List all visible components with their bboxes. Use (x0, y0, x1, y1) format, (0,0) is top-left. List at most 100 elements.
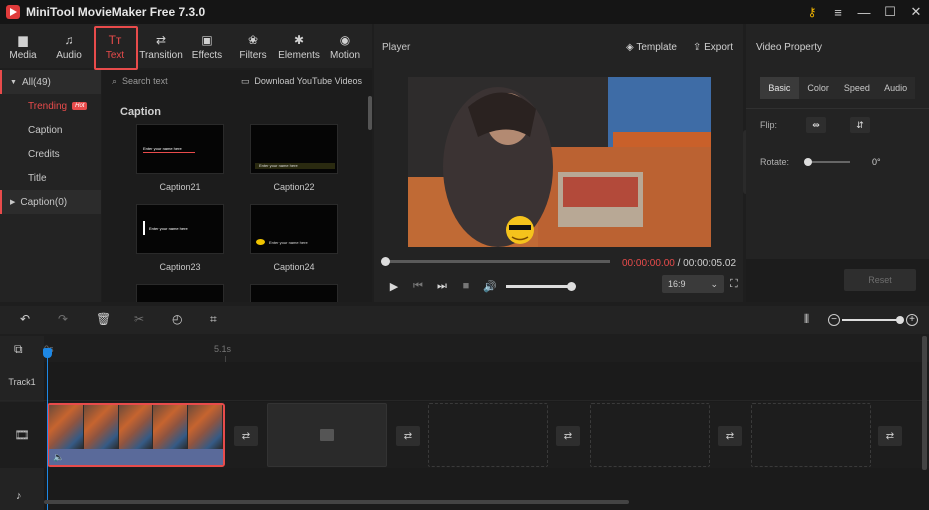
caption-card[interactable] (250, 284, 338, 302)
timeline-horizontal-scrollbar[interactable] (44, 500, 629, 504)
tool-motion[interactable]: ◉ Motion (322, 24, 368, 68)
rotate-slider[interactable] (804, 158, 850, 166)
tool-label: Media (9, 49, 37, 61)
empty-slot[interactable] (751, 403, 871, 467)
content-scrollbar[interactable] (368, 96, 372, 130)
volume-slider[interactable] (506, 281, 576, 291)
export-button[interactable]: ⇪ Export (693, 42, 733, 53)
category-trending[interactable]: Trending Hot (0, 94, 101, 118)
transition-slot-button[interactable]: ⇄ (718, 426, 742, 446)
search-input[interactable]: ⌕ Search text (112, 76, 168, 87)
redo-icon[interactable]: ↷ (58, 312, 68, 326)
zoom-in-icon[interactable]: + (906, 314, 918, 326)
transition-slot-button[interactable]: ⇄ (234, 426, 258, 446)
caption-thumbnail: Enter your name here (250, 124, 338, 174)
fit-timeline-icon[interactable]: ⫴ (804, 312, 809, 327)
tool-text[interactable]: Tт Text (92, 24, 138, 70)
category-label: All(49) (21, 76, 51, 88)
search-placeholder: Search text (122, 76, 168, 86)
delete-icon[interactable]: 🗑 (96, 312, 111, 326)
app-title: MiniTool MovieMaker Free 7.3.0 (26, 5, 206, 19)
thumb-text: Enter your name here (269, 240, 308, 245)
tool-transition[interactable]: ⇄ Transition (138, 24, 184, 68)
menu-icon[interactable]: ≡ (825, 0, 851, 24)
tab-color[interactable]: Color (799, 77, 838, 99)
flip-vertical-icon[interactable]: ⇵ (850, 117, 870, 133)
rotate-value: 0° (872, 157, 881, 167)
total-time: 00:00:05.02 (683, 258, 736, 269)
empty-slot[interactable] (590, 403, 710, 467)
tab-audio[interactable]: Audio (876, 77, 915, 99)
tool-audio[interactable]: ♫ Audio (46, 24, 92, 68)
caption-card[interactable] (136, 284, 224, 302)
property-tabs: Basic Color Speed Audio (760, 77, 915, 99)
download-youtube-link[interactable]: ▭ Download YouTube Videos (241, 76, 362, 87)
volume-knob[interactable] (567, 281, 576, 291)
tool-label: Transition (139, 49, 183, 61)
play-icon[interactable]: ▶ (382, 280, 406, 293)
template-button[interactable]: ◈ Template (626, 42, 677, 53)
category-caption-group[interactable]: ▶ Caption(0) (0, 190, 101, 214)
thumb-emoji (256, 239, 265, 245)
category-credits[interactable]: Credits (0, 142, 101, 166)
timecode: 00:00:00.00 / 00:00:05.02 (622, 258, 736, 269)
undo-icon[interactable]: ↶ (20, 312, 30, 326)
empty-slot[interactable] (428, 403, 548, 467)
category-all[interactable]: ▼ All(49) (0, 70, 101, 94)
caption-card-label: Caption21 (159, 182, 201, 192)
zoom-slider[interactable] (842, 316, 904, 324)
flip-horizontal-icon[interactable]: ⇹ (806, 117, 826, 133)
transition-slot-button[interactable]: ⇄ (396, 426, 420, 446)
reset-button[interactable]: Reset (844, 269, 916, 291)
key-icon[interactable]: ⚷ (799, 0, 825, 24)
volume-icon[interactable]: 🔊 (478, 280, 502, 293)
close-icon[interactable]: ✕ (903, 0, 929, 24)
speed-gauge-icon[interactable]: ◴ (172, 312, 182, 326)
progress-knob[interactable] (381, 257, 390, 266)
next-frame-icon[interactable]: ⏭ (430, 280, 454, 293)
flip-label: Flip: (760, 120, 778, 130)
drop-slot[interactable] (267, 403, 387, 467)
title-bar: MiniTool MovieMaker Free 7.3.0 ⚷ ≡ — ☐ ✕ (0, 0, 929, 24)
add-track-icon[interactable]: ⧉ (14, 342, 23, 357)
transition-slot-button[interactable]: ⇄ (556, 426, 580, 446)
tool-media[interactable]: ▆ Media (0, 24, 46, 68)
thumb-text: Enter your name here (143, 146, 182, 151)
tool-effects[interactable]: ▣ Effects (184, 24, 230, 68)
video-preview[interactable] (408, 77, 711, 247)
split-scissors-icon[interactable]: ✂ (134, 312, 144, 326)
caption-card[interactable]: Enter your name here Caption24 (250, 204, 338, 272)
aspect-ratio-select[interactable]: 16:9 ⌄ (662, 275, 724, 293)
tab-speed[interactable]: Speed (838, 77, 877, 99)
category-title[interactable]: Title (0, 166, 101, 190)
video-property-panel: Video Property Basic Color Speed Audio F… (746, 24, 929, 302)
minimize-icon[interactable]: — (851, 0, 877, 24)
video-clip[interactable]: 🔈 (47, 403, 225, 467)
youtube-label: Download YouTube Videos (254, 76, 362, 86)
tool-elements[interactable]: ✱ Elements (276, 24, 322, 68)
zoom-out-icon[interactable]: − (828, 314, 840, 326)
zoom-knob[interactable] (896, 316, 904, 324)
tool-filters[interactable]: ❀ Filters (230, 24, 276, 68)
time-separator: / (674, 258, 684, 269)
playback-progress[interactable] (381, 257, 610, 266)
effects-icon: ▣ (201, 32, 213, 47)
property-title: Video Property (756, 41, 822, 53)
caption-card[interactable]: Enter your name here Caption21 (136, 124, 224, 192)
tab-basic[interactable]: Basic (760, 77, 799, 99)
fullscreen-icon[interactable]: ⛶ (730, 278, 738, 291)
timeline-vertical-scrollbar[interactable] (922, 336, 927, 470)
crop-icon[interactable]: ⌗ (210, 312, 217, 327)
category-caption[interactable]: Caption (0, 118, 101, 142)
caption-card[interactable]: Enter your name here Caption23 (136, 204, 224, 272)
timeline-ruler[interactable]: 0s 5.1s (44, 336, 929, 362)
maximize-icon[interactable]: ☐ (877, 0, 903, 24)
previous-frame-icon[interactable]: ⏮ (406, 280, 430, 293)
transition-slot-button[interactable]: ⇄ (878, 426, 902, 446)
rotate-knob[interactable] (804, 158, 812, 166)
clip-frame (153, 405, 189, 449)
download-icon (320, 429, 334, 441)
playhead[interactable] (47, 348, 48, 510)
stop-icon[interactable]: ■ (454, 280, 478, 292)
caption-card[interactable]: Enter your name here Caption22 (250, 124, 338, 192)
